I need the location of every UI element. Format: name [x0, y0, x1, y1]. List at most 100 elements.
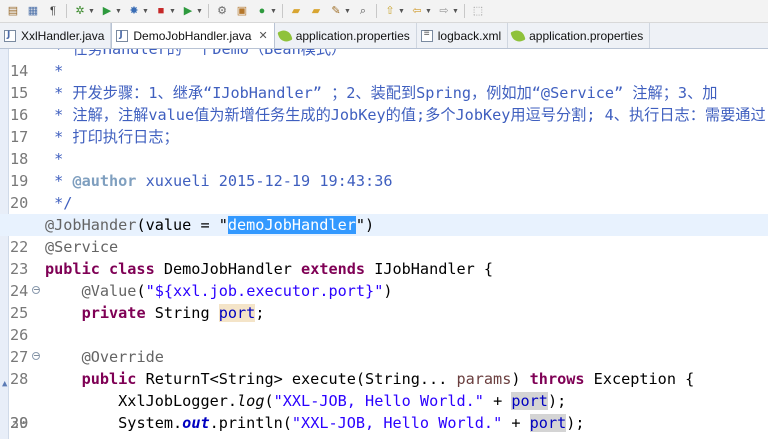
tab-demojobhandler-java[interactable]: DemoJobHandler.java ✕: [111, 23, 275, 48]
toolbar-separator: [464, 4, 465, 18]
code-area[interactable]: 14 * 任务Handler的一个Demo（Bean模式） 15 * 16 * …: [0, 49, 768, 439]
chevron-down-icon[interactable]: ▼: [270, 8, 277, 15]
keyword-token: throws: [529, 370, 585, 388]
fold-toggle-icon[interactable]: −: [32, 352, 40, 360]
current-code-line[interactable]: 22 @JobHander(value = "demoJobHandler"): [0, 214, 768, 256]
code-token: );: [566, 414, 585, 432]
tab-application-properties-2[interactable]: application.properties: [508, 23, 651, 48]
chevron-down-icon[interactable]: ▼: [142, 8, 149, 15]
code-token: (value = ": [136, 216, 228, 234]
open-folder-icon[interactable]: ▰: [309, 4, 323, 18]
new-class-icon[interactable]: ●: [255, 4, 269, 18]
run-icon[interactable]: ▶: [100, 4, 114, 18]
debug-icon[interactable]: ✸: [127, 4, 141, 18]
line-text: private String port;: [45, 302, 264, 324]
line-text: *: [45, 62, 64, 80]
code-token: (: [264, 392, 274, 410]
line-text: *: [45, 150, 64, 168]
line-text: XxlJobLogger.log("XXL-JOB, Hello World."…: [45, 390, 566, 412]
string-token: "XXL-JOB, Hello World.": [273, 392, 484, 410]
code-token: +: [483, 392, 512, 410]
field-occurrence-highlight: port: [511, 392, 548, 410]
chevron-down-icon[interactable]: ▼: [169, 8, 176, 15]
code-line[interactable]: ▲ 29 public ReturnT<String> execute(Stri…: [0, 368, 768, 432]
open-folder-icon[interactable]: ▰: [289, 4, 303, 18]
annotation-token: @Override: [81, 348, 164, 366]
new-package-icon[interactable]: ▣: [235, 4, 249, 18]
code-line[interactable]: 17 * 注解，注解value值为新增任务生成的JobKey的值;多个JobKe…: [0, 104, 768, 146]
java-file-icon: [116, 29, 129, 42]
line-text: System.out.println("XXL-JOB, Hello World…: [45, 412, 585, 434]
fold-toggle-icon[interactable]: −: [32, 286, 40, 294]
code-line[interactable]: 23 @Service: [0, 236, 768, 278]
code-line[interactable]: 18 * 打印执行日志；: [0, 126, 768, 168]
tab-xxlhandler-java[interactable]: XxlHandler.java: [0, 23, 112, 48]
chevron-down-icon[interactable]: ▼: [398, 8, 405, 15]
line-text: * 注解，注解value值为新增任务生成的JobKey的值;多个JobKey用逗…: [45, 106, 766, 124]
external-tools-icon[interactable]: ▶: [181, 4, 195, 18]
code-line[interactable]: 20 * @author xuxueli 2015-12-19 19:43:36: [0, 170, 768, 212]
code-line[interactable]: 16 * 开发步骤：1、继承“IJobHandler” ；2、装配到Spring…: [0, 82, 768, 124]
method-token: log: [237, 392, 265, 410]
line-text: @JobHander(value = "demoJobHandler"): [45, 214, 374, 236]
tab-label: application.properties: [295, 28, 410, 43]
forward-icon[interactable]: ⇨: [437, 4, 451, 18]
chevron-down-icon[interactable]: ▼: [452, 8, 459, 15]
static-field-token: out: [182, 414, 210, 432]
chevron-down-icon[interactable]: ▼: [196, 8, 203, 15]
code-line[interactable]: 25 − @Value("${xxl.job.executor.port}"): [0, 280, 768, 322]
pilcrow-icon[interactable]: ¶: [46, 4, 60, 18]
line-text: public ReturnT<String> execute(String...…: [45, 368, 695, 390]
build-icon[interactable]: ⚙: [215, 4, 229, 18]
code-line[interactable]: 14 * 任务Handler的一个Demo（Bean模式）: [0, 49, 768, 80]
code-line[interactable]: 28 − @Override: [0, 346, 768, 388]
tab-logback-xml[interactable]: logback.xml: [417, 23, 509, 48]
code-line[interactable]: 19 *: [0, 148, 768, 190]
keyword-token: public class: [45, 260, 155, 278]
code-line[interactable]: 30 XxlJobLogger.log("XXL-JOB, Hello Worl…: [0, 390, 768, 432]
code-token: System.: [118, 414, 183, 432]
code-token: ): [511, 370, 530, 388]
chevron-down-icon[interactable]: ▼: [425, 8, 432, 15]
gear-run-icon[interactable]: ✲: [73, 4, 87, 18]
line-number: 31: [10, 434, 34, 439]
code-line[interactable]: 26 private String port;: [0, 302, 768, 344]
annotation-nav-icon[interactable]: ⇧: [383, 4, 397, 18]
line-text: * 任务Handler的一个Demo（Bean模式）: [45, 49, 347, 58]
field-occurrence-highlight: port: [529, 414, 567, 432]
main-toolbar: ▤ ▦ ¶ ✲ ▼ ▶ ▼ ✸ ▼ ■ ▼ ▶ ▼ ⚙ ▣ ● ▼ ▰ ▰ ✎ …: [0, 0, 768, 23]
chevron-down-icon[interactable]: ▼: [88, 8, 95, 15]
search-icon[interactable]: ⌕: [356, 4, 370, 18]
code-token: ReturnT<String> execute(String...: [136, 370, 457, 388]
save-all-icon[interactable]: ▤: [6, 4, 20, 18]
annotation-token: @JobHander: [45, 216, 137, 234]
stop-icon[interactable]: ■: [154, 4, 168, 18]
close-icon[interactable]: ✕: [258, 29, 267, 42]
tab-application-properties[interactable]: application.properties: [275, 23, 417, 48]
keyword-token: private: [81, 304, 146, 322]
code-line[interactable]: 31 System.out.println("XXL-JOB, Hello Wo…: [0, 412, 768, 439]
keyword-token: extends: [301, 260, 366, 278]
code-line[interactable]: 24 public class DemoJobHandler extends I…: [0, 258, 768, 300]
code-token: String: [145, 304, 219, 322]
chevron-down-icon[interactable]: ▼: [344, 8, 351, 15]
javadoc-text: xuxueli 2015-12-19 19:43:36: [136, 172, 393, 190]
properties-file-icon: [276, 27, 293, 44]
javadoc-tag: @author: [72, 172, 137, 190]
selected-text: demoJobHandler: [227, 216, 356, 234]
back-icon[interactable]: ⇦: [410, 4, 424, 18]
pin-icon[interactable]: ⬚: [471, 4, 485, 18]
code-line[interactable]: 27: [0, 324, 768, 366]
code-line[interactable]: 15 *: [0, 60, 768, 102]
chevron-down-icon[interactable]: ▼: [115, 8, 122, 15]
save-icon[interactable]: ▦: [26, 4, 40, 18]
code-token: );: [547, 392, 567, 410]
code-token: "): [355, 216, 375, 234]
pencil-icon[interactable]: ✎: [329, 4, 343, 18]
code-line[interactable]: 21 */: [0, 192, 768, 234]
code-editor[interactable]: 14 * 任务Handler的一个Demo（Bean模式） 15 * 16 * …: [0, 49, 768, 439]
